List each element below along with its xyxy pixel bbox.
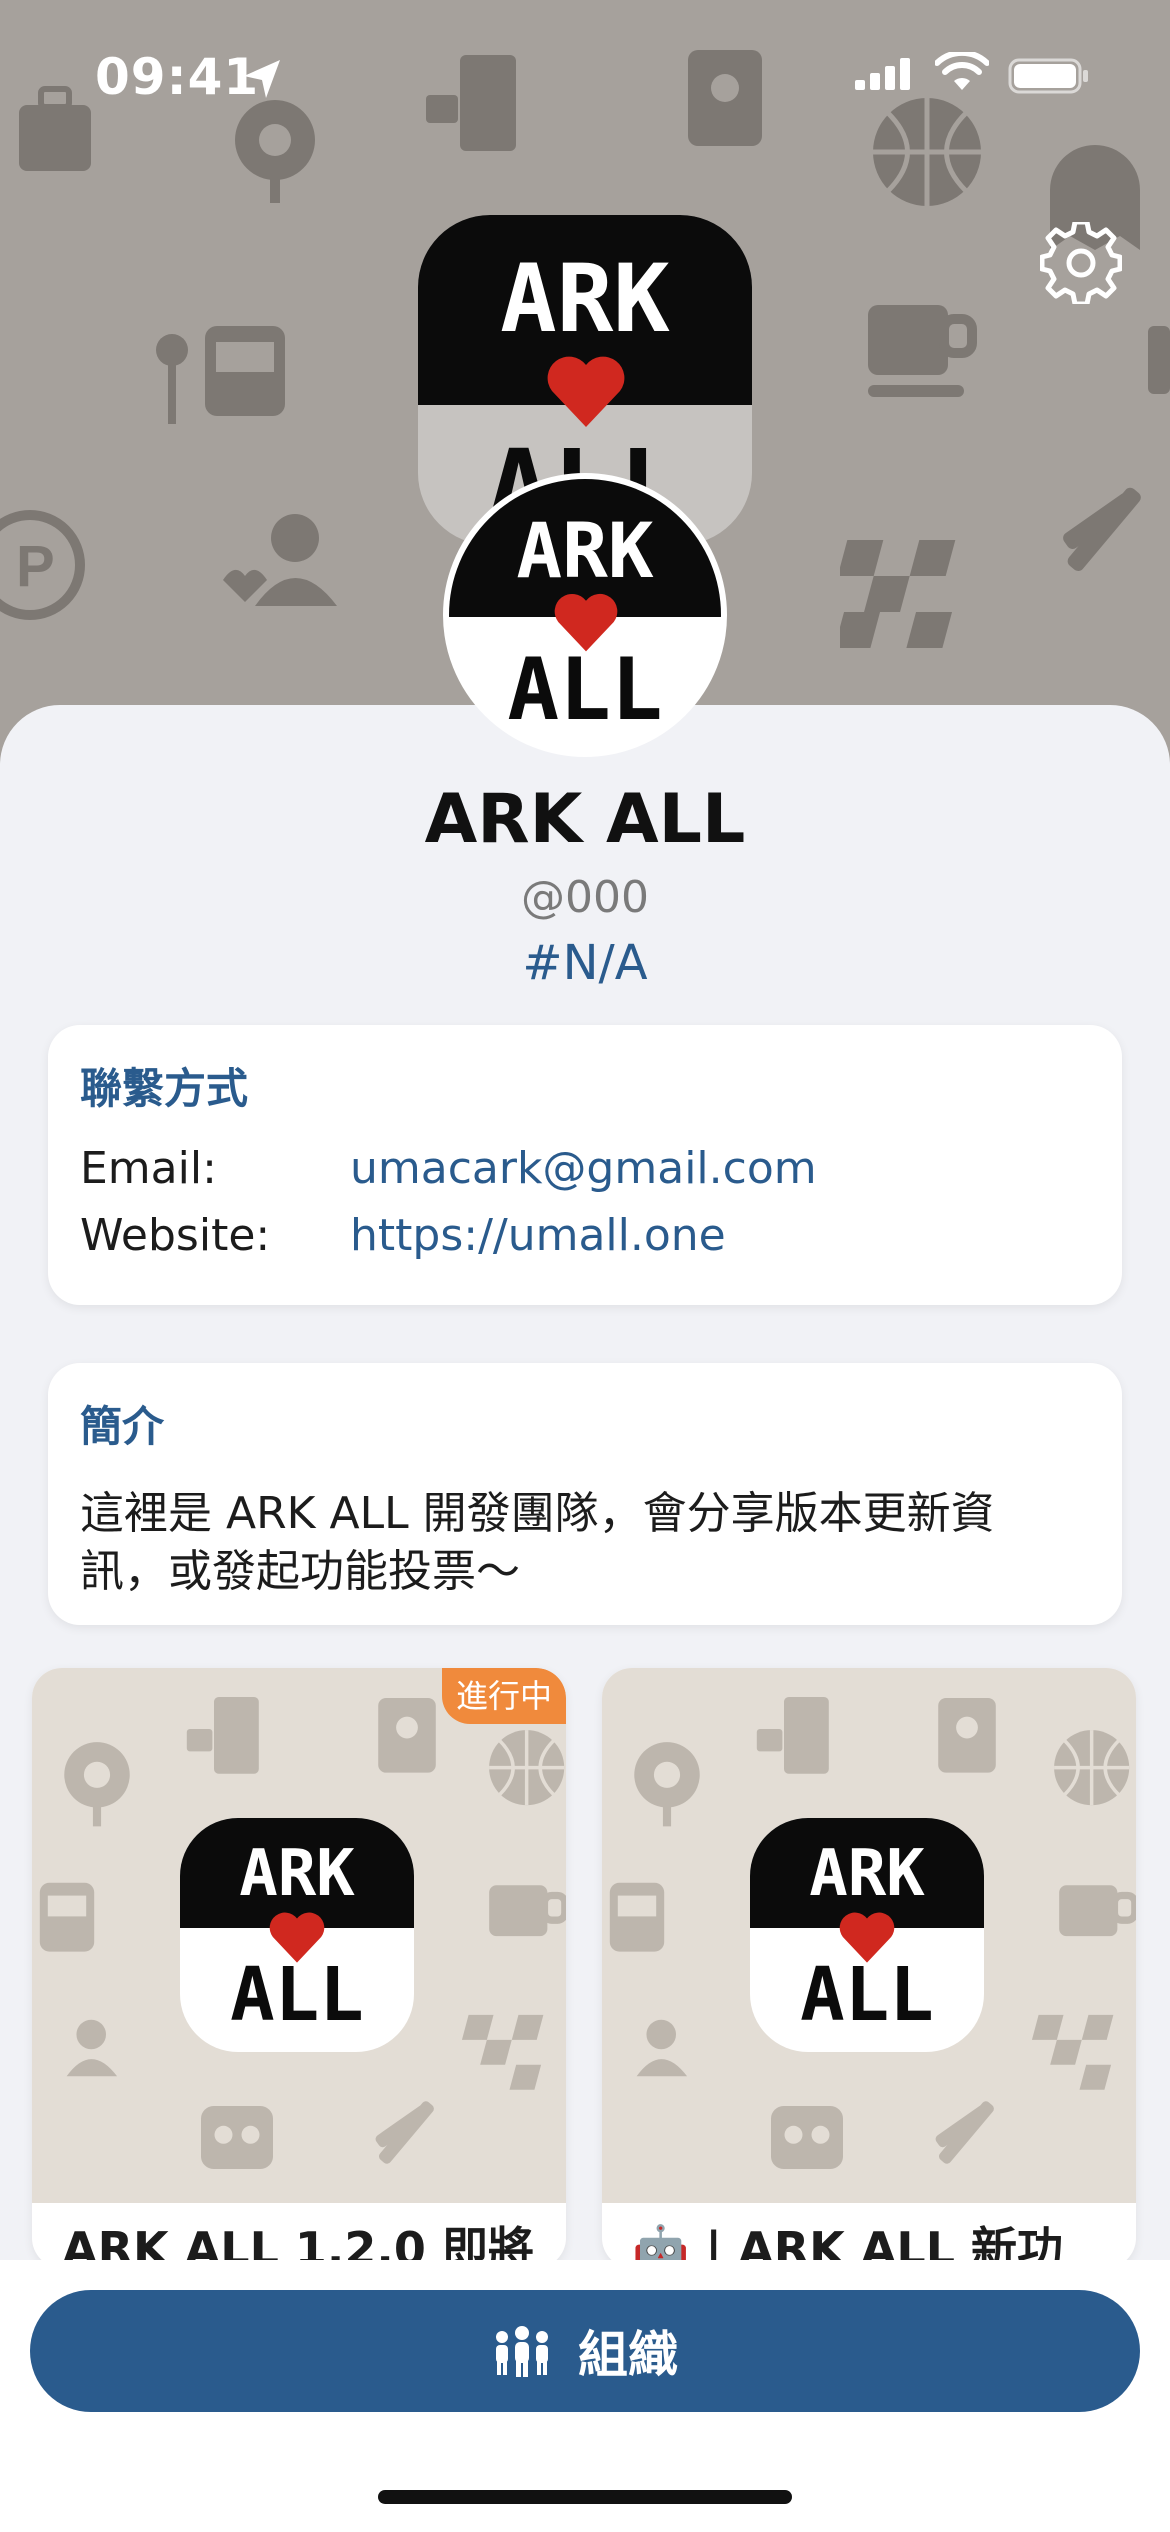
email-row: Email: umacark@gmail.com xyxy=(80,1143,817,1194)
robot-icon xyxy=(201,2106,273,2169)
tools-icon xyxy=(935,2101,994,2164)
bus-icon xyxy=(39,1882,95,1952)
people-icon xyxy=(636,2019,688,2077)
profile-handle: @000 xyxy=(521,872,649,923)
post-logo-text-top: ARK xyxy=(239,1837,355,1911)
basketball-icon xyxy=(1054,1730,1130,1806)
checker-flag-icon xyxy=(462,2014,544,2090)
home-indicator[interactable] xyxy=(378,2490,792,2504)
cover-logo-text-top: ARK xyxy=(500,245,670,354)
coffee-cup-icon xyxy=(868,305,977,397)
id-badge-icon xyxy=(938,1698,996,1773)
post-card[interactable]: ARK ALL 進行中 ARK ALL 1.2.0 即將 xyxy=(32,1668,566,2268)
status-badge: 進行中 xyxy=(441,1668,566,1724)
email-link[interactable]: umacark@gmail.com xyxy=(350,1143,817,1194)
parking-icon: P xyxy=(0,510,85,620)
people-icon xyxy=(66,2019,118,2077)
gear-icon xyxy=(1039,219,1123,307)
cellular-signal-icon xyxy=(855,58,910,90)
basketball-icon xyxy=(489,1730,565,1806)
id-badge-icon xyxy=(378,1698,436,1773)
post-cover: ARK ALL xyxy=(32,1668,566,2203)
wifi-icon xyxy=(935,52,989,90)
status-bar: 09:41 xyxy=(0,0,1170,150)
coffee-cup-icon xyxy=(1059,1885,1136,1937)
contact-card: 聯繫方式 Email: umacark@gmail.com Website: h… xyxy=(48,1025,1122,1305)
people-icon xyxy=(223,514,337,606)
organization-button[interactable]: 組織 xyxy=(30,2290,1140,2412)
door-lock-icon xyxy=(756,1697,829,1774)
avatar-text-top: ARK xyxy=(516,506,654,595)
robot-icon xyxy=(771,2106,843,2169)
profile-name: ARK ALL xyxy=(424,780,746,859)
post-cover: ARK ALL xyxy=(602,1668,1136,2203)
post-logo-text-top: ARK xyxy=(809,1837,925,1911)
decor-icon xyxy=(1148,326,1170,394)
bio-text: 這裡是 ARK ALL 開發團隊，會分享版本更新資訊，或發起功能投票～ xyxy=(80,1488,995,1597)
checker-flag-icon xyxy=(840,540,956,648)
post-card[interactable]: ARK ALL 🤖 | ARK ALL 新功 xyxy=(602,1668,1136,2268)
contact-card-title: 聯繫方式 xyxy=(80,1064,249,1113)
email-label: Email: xyxy=(80,1143,217,1194)
heart-icon xyxy=(547,356,625,427)
website-label: Website: xyxy=(80,1210,271,1261)
tools-icon xyxy=(375,2101,434,2164)
coffee-cup-icon xyxy=(489,1885,566,1937)
location-arrow-icon xyxy=(244,60,280,98)
status-time: 09:41 xyxy=(95,48,260,106)
post-logo-text-bottom: ALL xyxy=(230,1952,364,2038)
bus-icon xyxy=(156,326,285,424)
battery-icon xyxy=(1008,58,1088,94)
svg-text:P: P xyxy=(16,534,55,599)
settings-button[interactable] xyxy=(1039,219,1123,307)
map-pin-icon xyxy=(64,1742,130,1827)
map-pin-icon xyxy=(634,1742,700,1827)
group-icon xyxy=(496,2326,548,2377)
bus-icon xyxy=(609,1882,665,1952)
tools-icon xyxy=(1063,487,1141,571)
screen: P 09:41 ARK ARK ALL ARK ALL @000 #N/A 聯繫… xyxy=(0,0,1170,2532)
bio-card: 簡介 這裡是 ARK ALL 開發團隊，會分享版本更新資訊，或發起功能投票～ xyxy=(48,1363,1122,1625)
post-logo-text-bottom: ALL xyxy=(800,1952,934,2038)
organization-button-label: 組織 xyxy=(578,2326,678,2384)
profile-tag[interactable]: #N/A xyxy=(0,935,1170,991)
avatar-text-bottom: ALL xyxy=(507,640,663,740)
avatar: ARK ALL xyxy=(443,473,727,757)
bio-card-title: 簡介 xyxy=(80,1402,165,1451)
website-link[interactable]: https://umall.one xyxy=(350,1210,726,1261)
post-logo: ARK ALL xyxy=(180,1818,414,2052)
checker-flag-icon xyxy=(1032,2014,1114,2090)
door-lock-icon xyxy=(186,1697,259,1774)
website-row: Website: https://umall.one xyxy=(80,1210,726,1261)
post-logo: ARK ALL xyxy=(750,1818,984,2052)
